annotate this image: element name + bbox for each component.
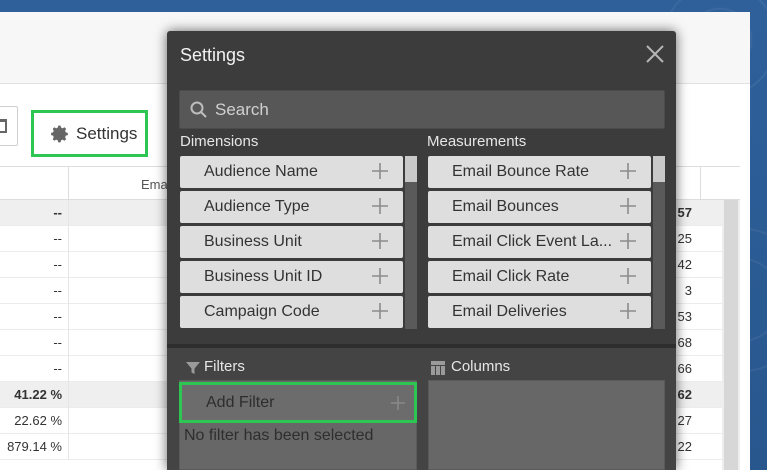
dimensions-scrollbar[interactable] — [405, 156, 417, 329]
measurements-label: Measurements — [427, 133, 527, 150]
table-cell: 22 — [677, 439, 692, 454]
funnel-icon — [186, 362, 200, 374]
no-filter-message: No filter has been selected — [184, 427, 374, 444]
table-cell: 42 — [677, 257, 692, 272]
dialog-title: Settings — [180, 45, 246, 65]
table-cell: 66 — [677, 361, 692, 376]
table-cell: 27 — [677, 413, 692, 428]
plus-icon — [391, 396, 405, 410]
table-cell: -- — [53, 231, 62, 246]
table-cell: 41.22 % — [14, 387, 62, 402]
measurement-item[interactable]: Email Click Event La... — [428, 226, 651, 258]
measurement-item[interactable]: Email Deliveries — [428, 296, 651, 328]
settings-dialog: Settings Dimensions Measurements Campaig… — [167, 31, 676, 470]
dimension-item[interactable]: Business Unit — [180, 226, 403, 258]
table-cell: -- — [53, 283, 62, 298]
dimensions-label: Dimensions — [180, 133, 259, 150]
columns-panel[interactable] — [428, 380, 665, 470]
measurement-item-label: Email Bounce Rate — [452, 163, 589, 180]
settings-button-label: Settings — [76, 123, 138, 143]
measurements-scrollbar-thumb[interactable] — [653, 156, 665, 182]
measurement-item[interactable]: Email Bounce Rate — [428, 156, 651, 188]
gear-icon — [51, 125, 68, 142]
filters-label: Filters — [204, 358, 245, 375]
dimension-item[interactable]: Audience Name — [180, 156, 403, 188]
plus-icon[interactable] — [619, 197, 637, 215]
dimension-item[interactable]: Business Unit ID — [180, 261, 403, 293]
dimension-item-label: Campaign Code — [204, 303, 320, 320]
measurement-item[interactable]: Email Bounces — [428, 191, 651, 223]
table-cell: 879.14 % — [7, 439, 62, 454]
close-icon — [646, 45, 664, 63]
table-cell: 53 — [677, 309, 692, 324]
table-cell: 3 — [684, 283, 692, 298]
table-cell: 68 — [677, 335, 692, 350]
dimensions-list: Campaign Code Business Unit ID Business Un… — [180, 156, 417, 329]
table-cell: 25 — [677, 231, 692, 246]
dimension-item[interactable]: Campaign Code — [180, 296, 403, 328]
add-filter-button[interactable]: Add Filter — [179, 382, 417, 423]
search-input[interactable] — [215, 91, 655, 128]
plus-icon[interactable] — [371, 232, 389, 250]
table-cell: 62 — [677, 387, 692, 402]
plus-icon[interactable] — [371, 267, 389, 285]
measurements-list: Email Deliveries Email Click Rate Email Cl… — [428, 156, 665, 329]
dimension-item-label: Business Unit — [204, 233, 302, 250]
settings-button[interactable]: Settings — [31, 110, 148, 157]
dimension-item-label: Business Unit ID — [204, 268, 323, 285]
columns-icon — [431, 361, 445, 375]
columns-label: Columns — [451, 358, 511, 375]
table-cell: -- — [53, 257, 62, 272]
close-button[interactable] — [644, 43, 666, 65]
search-field[interactable] — [179, 90, 665, 129]
dimension-item[interactable]: Audience Type — [180, 191, 403, 223]
search-icon — [190, 101, 207, 118]
plus-icon[interactable] — [619, 162, 637, 180]
table-cell: -- — [53, 361, 62, 376]
measurements-scrollbar[interactable] — [653, 156, 665, 329]
table-cell: -- — [53, 335, 62, 350]
dimensions-scrollbar-thumb[interactable] — [405, 156, 417, 182]
measurement-item[interactable]: Email Click Rate — [428, 261, 651, 293]
measurement-item-label: Email Click Rate — [452, 268, 570, 285]
measurement-item-label: Email Click Event La... — [452, 233, 613, 250]
table-cell: 22.62 % — [14, 413, 62, 428]
column-header-email[interactable]: Ema — [141, 177, 168, 192]
dimension-item-label: Audience Type — [204, 198, 310, 215]
table-cell: -- — [53, 309, 62, 324]
measurement-item-label: Email Bounces — [452, 198, 559, 215]
calendar-icon — [0, 119, 7, 133]
dimension-item-label: Audience Name — [204, 163, 318, 180]
table-scrollbar-thumb[interactable] — [724, 200, 738, 470]
plus-icon[interactable] — [371, 302, 389, 320]
plus-icon[interactable] — [371, 162, 389, 180]
add-filter-label: Add Filter — [206, 393, 275, 411]
plus-icon[interactable] — [619, 267, 637, 285]
table-cell: -- — [53, 205, 62, 220]
calendar-button[interactable] — [0, 106, 18, 146]
plus-icon[interactable] — [619, 232, 637, 250]
plus-icon[interactable] — [371, 197, 389, 215]
plus-icon[interactable] — [619, 302, 637, 320]
table-cell: 57 — [677, 205, 692, 220]
measurement-item-label: Email Deliveries — [452, 303, 567, 320]
